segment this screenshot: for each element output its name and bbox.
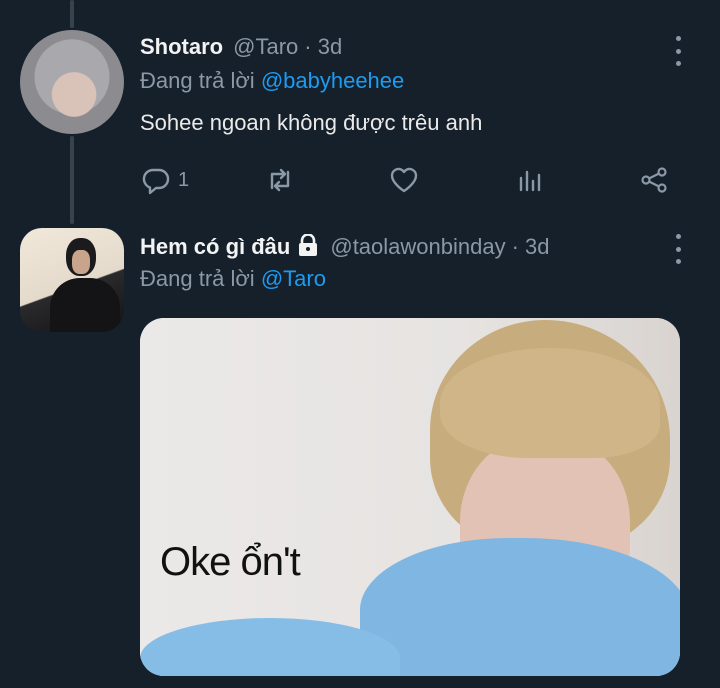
share-icon	[641, 167, 667, 193]
reply-context: Đang trả lời @Taro	[140, 266, 326, 292]
more-options-icon[interactable]	[668, 36, 688, 66]
tweet-media-image[interactable]: Oke ổn't	[140, 318, 680, 676]
mention-link[interactable]: @babyheehee	[261, 68, 404, 93]
retweet-button[interactable]	[264, 160, 296, 200]
tweet-time[interactable]: · 3d	[304, 34, 342, 60]
more-options-icon[interactable]	[668, 234, 688, 264]
tweet-actions: 1	[140, 160, 680, 200]
analytics-button[interactable]	[514, 160, 546, 200]
thread-line	[70, 136, 74, 224]
retweet-icon	[270, 168, 290, 192]
image-caption: Oke ổn't	[160, 540, 301, 584]
avatar[interactable]	[20, 30, 124, 134]
user-handle[interactable]: @taolawonbinday	[330, 234, 505, 260]
reply-prefix: Đang trả lời	[140, 68, 261, 93]
heart-icon	[390, 167, 418, 193]
reply-icon	[142, 168, 170, 195]
like-button[interactable]	[388, 160, 420, 200]
avatar[interactable]	[20, 228, 124, 332]
reply-context: Đang trả lời @babyheehee	[140, 68, 404, 94]
reply-prefix: Đang trả lời	[140, 266, 261, 291]
reply-button[interactable]: 1	[140, 160, 189, 200]
display-name[interactable]: Hem có gì đâu	[140, 234, 290, 260]
tweet-time[interactable]: · 3d	[512, 234, 550, 260]
lock-icon	[299, 234, 318, 256]
share-button[interactable]	[638, 160, 670, 200]
tweet-text: Sohee ngoan không được trêu anh	[140, 110, 483, 135]
reply-count: 1	[178, 168, 190, 191]
display-name[interactable]: Shotaro	[140, 34, 223, 60]
user-handle[interactable]: @Taro	[233, 34, 298, 60]
analytics-icon	[519, 170, 541, 192]
tweet-header: Hem có gì đâu @taolawonbinday · 3d	[140, 232, 550, 260]
thread-line	[70, 0, 74, 28]
tweet-header: Shotaro @Taro · 3d	[140, 34, 342, 60]
mention-link[interactable]: @Taro	[261, 266, 326, 291]
